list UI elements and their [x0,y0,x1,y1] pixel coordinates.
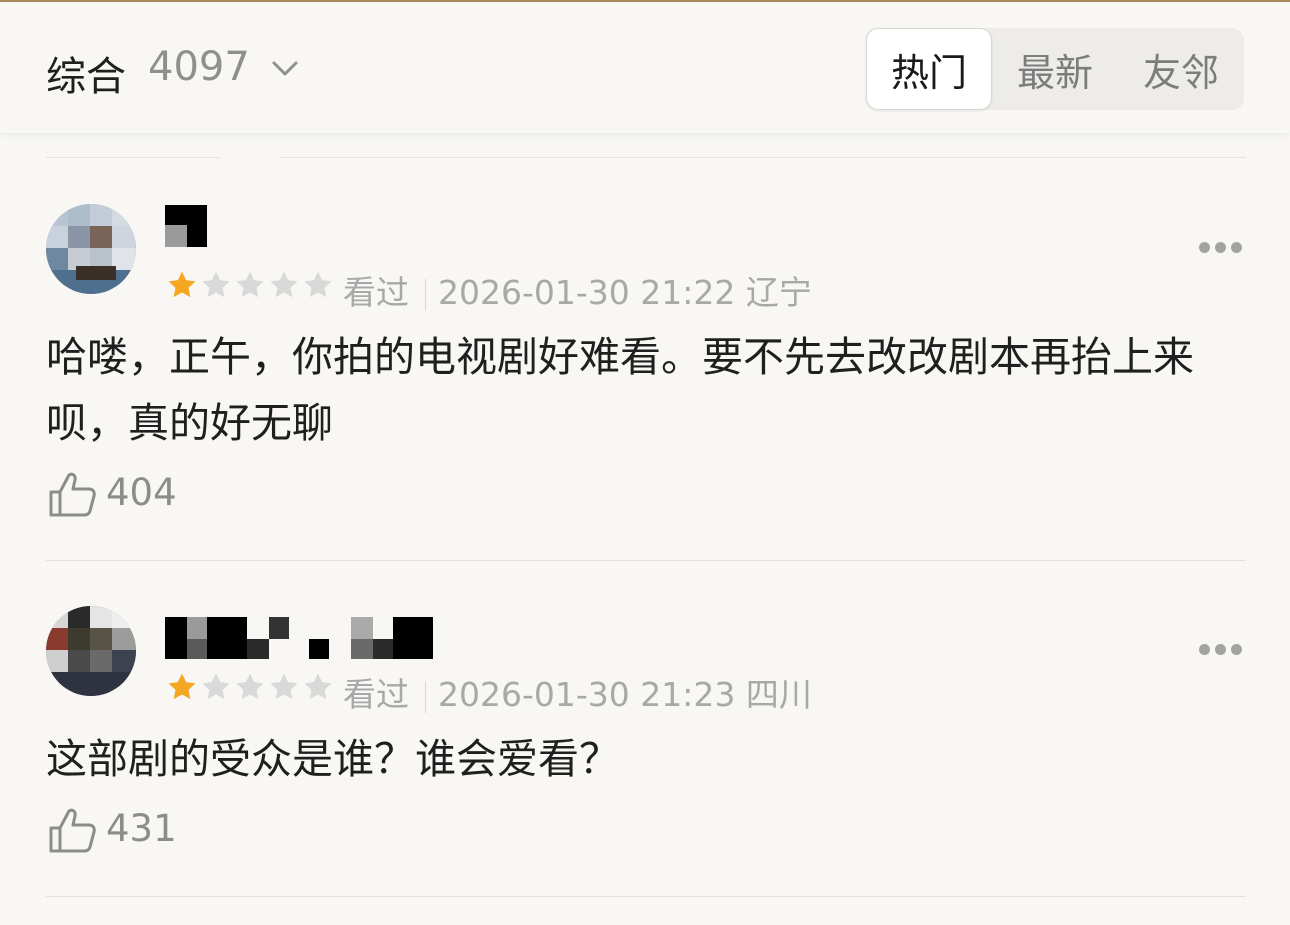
thumbs-up-icon [49,472,96,517]
rating-stars [165,670,335,704]
like-button[interactable]: 431 [48,806,188,856]
meta-separator [425,680,426,713]
avatar[interactable] [46,204,136,294]
like-count: 404 [106,471,177,514]
star-icon [304,673,332,700]
avatar[interactable] [46,606,136,696]
star-icon [236,271,264,298]
thumbs-up-icon [49,808,96,853]
star-icon [168,673,196,700]
watch-status: 看过 [343,675,409,714]
star-icon [202,673,230,700]
tab-friends[interactable]: 友邻 [1118,28,1244,110]
sort-label[interactable]: 综合 [46,44,126,102]
comment-text: 哈喽，正午，你拍的电视剧好难看。要不先去改改剧本再抬上来呗，真的好无聊 [46,333,1194,447]
comment-count[interactable]: 4097 [148,44,250,90]
tab-hot[interactable]: 热门 [866,28,992,110]
tab-latest[interactable]: 最新 [992,28,1118,110]
divider [46,560,1246,561]
meta-separator [425,278,426,311]
comment-datetime: 2026-01-30 21:22 [438,273,736,312]
rating-stars [165,268,335,302]
comment-region: 四川 [745,675,812,714]
comment-meta: 看过 2026-01-30 21:23 四川 [343,668,812,716]
like-count: 431 [106,807,177,850]
watch-status: 看过 [343,273,409,312]
more-icon[interactable] [1199,644,1243,656]
star-icon [202,271,230,298]
chevron-down-icon[interactable] [268,54,302,84]
comment-region: 辽宁 [745,273,812,312]
star-icon [236,673,264,700]
comment-datetime: 2026-01-30 21:23 [438,675,736,714]
comment-meta: 看过 2026-01-30 21:22 辽宁 [343,266,812,314]
star-icon [270,271,298,298]
sort-segmented-control: 热门 最新 友邻 [866,28,1244,110]
more-icon[interactable] [1199,242,1243,254]
star-icon [270,673,298,700]
comments-header: 综合 4097 热门 最新 友邻 [0,2,1290,133]
like-button[interactable]: 404 [48,470,188,520]
divider [46,157,220,158]
divider [46,896,1246,897]
comment-text: 这部剧的受众是谁？谁会爱看？ [46,735,620,783]
star-icon [304,271,332,298]
star-icon [168,271,196,298]
divider [280,157,1246,158]
